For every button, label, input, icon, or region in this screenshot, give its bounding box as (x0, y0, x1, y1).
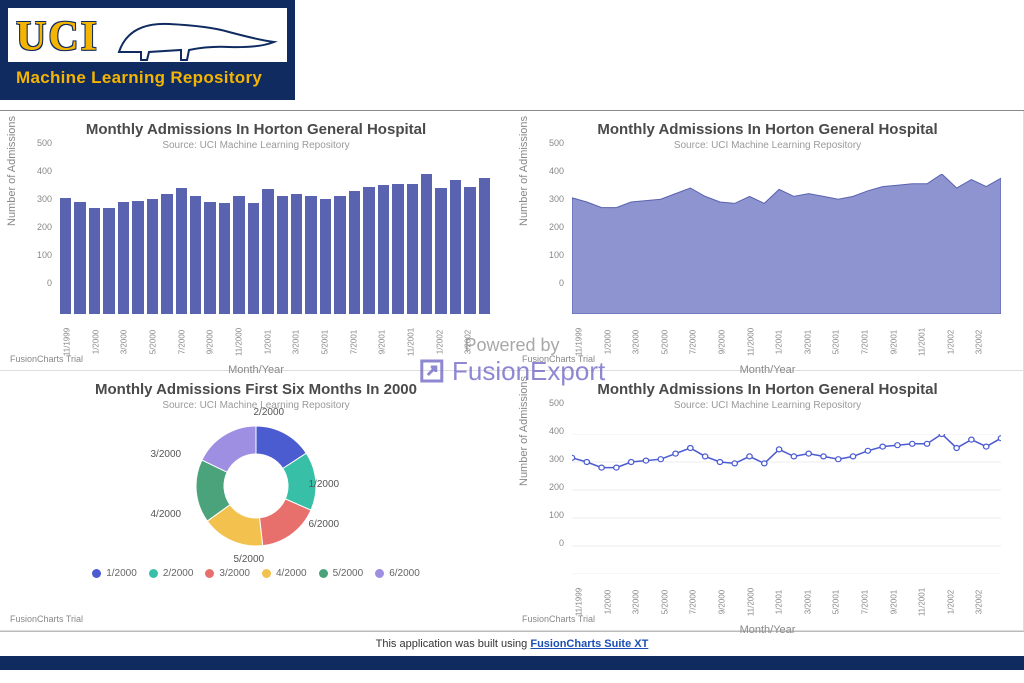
bar[interactable] (103, 208, 114, 314)
bottom-bar (0, 656, 1024, 670)
bar[interactable] (334, 196, 345, 314)
bar[interactable] (118, 202, 129, 314)
legend-item[interactable]: 1/2000 (92, 568, 137, 579)
chart-subtitle: Source: UCI Machine Learning Repository (12, 140, 500, 151)
x-ticks: 11/19991/20003/20005/20007/20009/200011/… (572, 316, 1001, 340)
bar[interactable] (421, 174, 432, 314)
donut-chart: 1/20002/20003/20004/20005/20006/2000 (189, 419, 324, 554)
bar[interactable] (435, 188, 446, 314)
bar[interactable] (248, 203, 259, 314)
bar[interactable] (305, 196, 316, 314)
bar[interactable] (74, 202, 85, 314)
bar[interactable] (363, 187, 374, 314)
y-axis-label: Number of Admissions (518, 116, 530, 226)
dashboard-grid: Powered by FusionExport Monthly Admissio… (0, 111, 1024, 631)
chart-title: Monthly Admissions In Horton General Hos… (524, 121, 1011, 138)
bar[interactable] (320, 199, 331, 314)
trial-text: FusionCharts Trial (10, 354, 83, 364)
bar[interactable] (392, 184, 403, 314)
panel-line-chart: Monthly Admissions In Horton General Hos… (512, 371, 1024, 631)
bar[interactable] (378, 185, 389, 314)
line-chart: 11/19991/20003/20005/20007/20009/200011/… (572, 419, 1001, 594)
y-ticks: 5004003002001000 (540, 403, 564, 543)
legend-item[interactable]: 6/2000 (375, 568, 420, 579)
bar-chart: 11/19991/20003/20005/20007/20009/200011/… (60, 159, 490, 334)
legend-item[interactable]: 5/2000 (319, 568, 364, 579)
uci-wordmark: UCI (16, 13, 99, 61)
x-axis-label: Month/Year (524, 624, 1011, 636)
bar[interactable] (349, 191, 360, 314)
bar[interactable] (277, 196, 288, 314)
x-ticks: 11/19991/20003/20005/20007/20009/200011/… (60, 316, 490, 340)
bar[interactable] (291, 194, 302, 314)
bar[interactable] (89, 208, 100, 314)
x-ticks: 11/19991/20003/20005/20007/20009/200011/… (572, 576, 1001, 600)
bar[interactable] (262, 189, 273, 314)
panel-donut-chart: Monthly Admissions First Six Months In 2… (0, 371, 512, 631)
panel-bar-chart: Monthly Admissions In Horton General Hos… (0, 111, 512, 371)
header-logo-block: UCI Machine Learning Repository (0, 0, 295, 100)
trial-text: FusionCharts Trial (522, 354, 595, 364)
legend-item[interactable]: 2/2000 (149, 568, 194, 579)
donut-legend: 1/2000 2/2000 3/2000 4/2000 5/2000 6/2000 (92, 568, 420, 579)
trial-text: FusionCharts Trial (522, 614, 595, 624)
chart-subtitle: Source: UCI Machine Learning Repository (524, 140, 1011, 151)
chart-subtitle: Source: UCI Machine Learning Repository (524, 400, 1011, 411)
chart-title: Monthly Admissions In Horton General Hos… (12, 121, 500, 138)
legend-item[interactable]: 3/2000 (205, 568, 250, 579)
area-chart: 11/19991/20003/20005/20007/20009/200011/… (572, 159, 1001, 334)
bar[interactable] (147, 199, 158, 314)
y-axis-label: Number of Admissions (6, 116, 18, 226)
bar[interactable] (450, 180, 461, 314)
trial-text: FusionCharts Trial (10, 614, 83, 624)
legend-item[interactable]: 4/2000 (262, 568, 307, 579)
y-ticks: 5004003002001000 (540, 143, 564, 283)
y-axis-label: Number of Admissions (518, 376, 530, 486)
bar[interactable] (407, 184, 418, 314)
footer-link[interactable]: FusionCharts Suite XT (530, 638, 648, 650)
bar[interactable] (132, 201, 143, 314)
bar[interactable] (60, 198, 71, 314)
bar[interactable] (161, 194, 172, 314)
chart-title: Monthly Admissions First Six Months In 2… (12, 381, 500, 398)
bar[interactable] (190, 196, 201, 314)
bar[interactable] (176, 188, 187, 314)
panel-area-chart: Monthly Admissions In Horton General Hos… (512, 111, 1024, 371)
header-tagline: Machine Learning Repository (8, 64, 287, 92)
bar[interactable] (204, 202, 215, 314)
y-ticks: 5004003002001000 (28, 143, 52, 283)
chart-title: Monthly Admissions In Horton General Hos… (524, 381, 1011, 398)
anteater-icon (109, 12, 279, 62)
bar[interactable] (233, 196, 244, 314)
bar[interactable] (219, 203, 230, 314)
bar[interactable] (479, 178, 490, 314)
bar[interactable] (464, 187, 475, 314)
